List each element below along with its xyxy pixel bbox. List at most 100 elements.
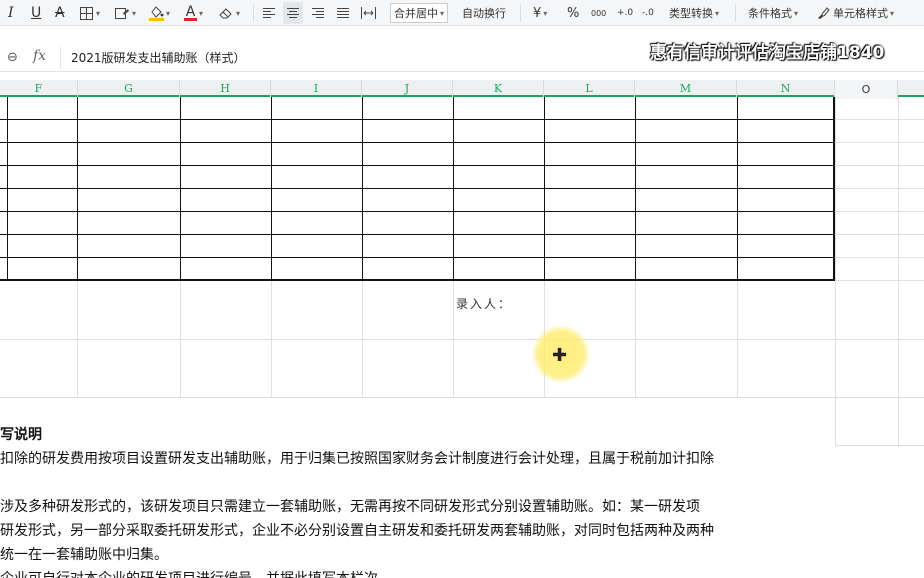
chevron-down-icon: ▾	[132, 8, 137, 18]
percent-icon: %	[567, 5, 580, 21]
column-header-j[interactable]: J	[362, 80, 453, 97]
gridline	[835, 211, 924, 212]
strikethrough-button[interactable]: A	[55, 2, 65, 24]
gridline	[835, 97, 836, 447]
style-brush-icon	[818, 7, 830, 19]
currency-icon: ¥	[533, 5, 542, 21]
italic-button[interactable]: I	[8, 2, 14, 24]
column-header-n[interactable]: N	[737, 80, 835, 97]
percent-button[interactable]: %	[567, 2, 579, 24]
table-col-line	[737, 97, 738, 281]
table-row-line	[0, 188, 835, 189]
format-brush-button[interactable]: ▾	[114, 2, 136, 24]
table-col-line	[635, 97, 636, 281]
chevron-down-icon: ▾	[543, 8, 548, 18]
merge-center-label: 合并居中	[394, 7, 438, 20]
currency-button[interactable]: ¥ ▾	[533, 2, 547, 24]
table-row-line	[0, 142, 835, 143]
instruction-line: 研发形式，另一部分采取委托研发形式，企业不必分别设置自主研发和委托研发两套辅助账…	[0, 523, 714, 539]
fill-color-swatch	[149, 17, 164, 21]
underline-icon: U	[31, 5, 42, 21]
gridline	[835, 142, 924, 143]
chevron-down-icon: ▾	[236, 8, 241, 18]
conditional-format-button[interactable]: 条件格式 ▾	[748, 2, 798, 24]
column-header-bar: F G H I J K L M N O	[0, 80, 924, 99]
paint-bucket-icon	[151, 5, 164, 18]
align-right-button[interactable]	[310, 2, 326, 24]
sheet-grid[interactable]: 录入人： ✚ 写说明 扣除的研发费用按项目设置研发支出辅助账，用于归集已按照国家…	[0, 97, 924, 578]
chevron-down-icon: ▾	[96, 8, 101, 18]
gridline	[898, 97, 899, 447]
instruction-line: 扣除的研发费用按项目设置研发支出辅助账，用于归集已按照国家财务会计制度进行会计处…	[0, 451, 714, 467]
align-left-button[interactable]	[261, 2, 277, 24]
table-row-line	[0, 165, 835, 166]
distributed-align-icon	[361, 7, 376, 19]
instructions-block: 写说明 扣除的研发费用按项目设置研发支出辅助账，用于归集已按照国家财务会计制度进…	[0, 423, 830, 578]
gridline	[835, 397, 924, 398]
gridline	[0, 397, 835, 398]
align-center-button[interactable]	[283, 2, 303, 24]
chevron-down-icon: ▾	[166, 8, 171, 18]
gridline	[835, 119, 924, 120]
column-header-l[interactable]: L	[544, 80, 635, 97]
italic-icon: I	[8, 5, 14, 21]
table-row-line	[0, 119, 835, 120]
column-header-g[interactable]: G	[78, 80, 180, 97]
column-header-m[interactable]: M	[635, 80, 737, 97]
clear-format-button[interactable]: ▾	[218, 2, 240, 24]
cell-style-button[interactable]: 单元格样式 ▾	[816, 2, 894, 24]
table-col-line	[453, 97, 454, 281]
gridline	[835, 280, 924, 281]
table-col-line	[77, 97, 78, 281]
gridline	[835, 257, 924, 258]
toolbar: I U A ▾ ▾ ▾ A ▾ ▾ 合并居中 ▾ 自动换行 ¥ ▾ % 000 …	[0, 0, 924, 26]
decrease-decimal-button[interactable]: -.0	[642, 2, 654, 24]
font-color-icon: A	[185, 3, 196, 20]
chevron-down-icon: ▾	[715, 8, 720, 18]
thousands-icon: 000	[591, 8, 607, 18]
column-header-k[interactable]: K	[453, 80, 544, 97]
justify-icon	[337, 8, 349, 18]
column-header-h[interactable]: H	[180, 80, 271, 97]
zoom-search-icon[interactable]: ⊖	[7, 50, 18, 65]
column-header-i[interactable]: I	[271, 80, 362, 97]
fx-icon[interactable]: fx	[33, 48, 46, 64]
cell-cursor-icon: ✚	[552, 345, 568, 366]
table-col-line	[544, 97, 545, 281]
distributed-align-button[interactable]	[360, 2, 377, 24]
decrease-decimal-icon: -.0	[642, 8, 654, 18]
thousands-separator-button[interactable]: 000	[591, 2, 606, 24]
gridline	[835, 234, 924, 235]
justify-button[interactable]	[335, 2, 351, 24]
wrap-text-label: 自动换行	[462, 7, 506, 20]
fill-color-button[interactable]: ▾	[149, 2, 170, 24]
table-col-line	[7, 97, 8, 281]
column-header-f[interactable]: F	[0, 80, 78, 97]
gridline	[835, 165, 924, 166]
eraser-icon	[219, 8, 232, 19]
align-left-icon	[263, 8, 275, 18]
font-color-button[interactable]: A ▾	[184, 2, 203, 24]
toolbar-divider	[253, 4, 254, 22]
merge-center-button[interactable]: 合并居中 ▾	[390, 3, 449, 23]
table-col-line	[271, 97, 272, 281]
gridline	[835, 339, 924, 340]
data-table	[0, 97, 835, 281]
type-convert-button[interactable]: 类型转换 ▾	[669, 2, 719, 24]
wrap-text-button[interactable]: 自动换行	[462, 2, 506, 24]
instructions-title: 写说明	[0, 427, 42, 443]
table-row-line	[0, 234, 835, 235]
increase-decimal-button[interactable]: +.0	[617, 2, 633, 24]
table-row-line	[0, 257, 835, 258]
underline-button[interactable]: U	[31, 2, 41, 24]
instruction-line: 企业可自行对本企业的研发项目进行编号，并据此填写本栏次。	[0, 567, 830, 578]
border-button[interactable]: ▾	[79, 2, 100, 24]
toolbar-divider	[735, 4, 736, 22]
gridline	[0, 339, 835, 340]
instruction-line: 涉及多种研发形式的，该研发项目只需建立一套辅助账，无需再按不同研发形式分别设置辅…	[0, 499, 700, 515]
type-convert-label: 类型转换	[669, 7, 713, 20]
conditional-format-label: 条件格式	[748, 7, 792, 20]
chevron-down-icon: ▾	[890, 8, 895, 18]
watermark-text: 惠有信审计评估淘宝店铺1840	[650, 43, 885, 63]
table-row-line	[0, 211, 835, 212]
